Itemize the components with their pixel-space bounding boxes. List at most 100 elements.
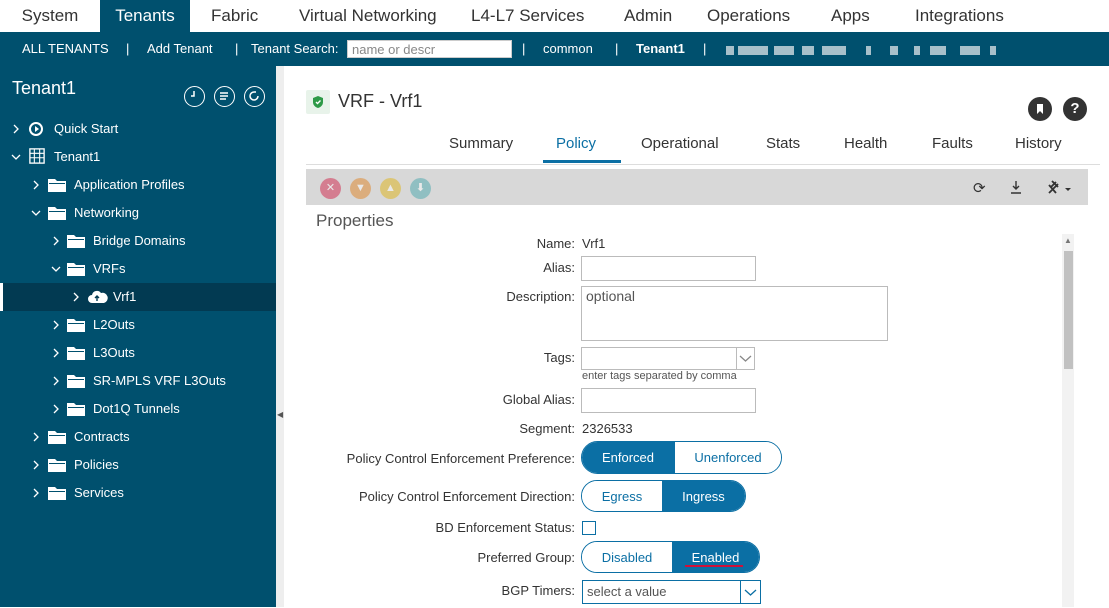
object-tabs: Summary Policy Operational Stats Health … <box>306 126 1100 165</box>
alias-label: Alias: <box>543 260 575 275</box>
section-title: Properties <box>316 211 394 230</box>
global-alias-input[interactable] <box>581 388 756 413</box>
chevron-right-icon <box>53 236 59 246</box>
sidebar-collapse-handle[interactable]: ◀ <box>276 66 284 607</box>
pce-direction-label: Policy Control Enforcement Direction: <box>358 489 575 504</box>
tab-system[interactable]: System <box>0 0 100 32</box>
warning-fault-icon[interactable]: ⬇ <box>410 178 431 199</box>
folder-icon <box>67 403 85 416</box>
segment-label: Segment: <box>519 421 575 436</box>
tab-admin[interactable]: Admin <box>624 0 672 32</box>
tree-item-label: Vrf1 <box>113 289 137 304</box>
folder-icon <box>48 207 66 220</box>
tree-item-sr-mpls-vrf-l3outs[interactable]: SR-MPLS VRF L3Outs <box>0 367 276 395</box>
active-tab-indicator <box>543 160 621 163</box>
folder-icon <box>67 235 85 248</box>
enforced-option[interactable]: Enforced <box>582 442 674 473</box>
tags-label: Tags: <box>543 350 575 365</box>
tree-item-vrfs[interactable]: VRFs <box>0 255 276 283</box>
refresh-icon[interactable]: ⟳ <box>973 179 986 197</box>
scrollbar-thumb[interactable] <box>1064 251 1073 369</box>
folder-icon <box>67 319 85 332</box>
unenforced-option[interactable]: Unenforced <box>674 442 781 473</box>
tree-item-label: Networking <box>74 205 140 220</box>
tab-apps[interactable]: Apps <box>831 0 870 32</box>
pce-preference-label: Policy Control Enforcement Preference: <box>346 451 575 466</box>
tenant-current-link[interactable]: Tenant1 <box>636 32 685 66</box>
chevron-right-icon <box>33 432 39 442</box>
tab-history[interactable]: History <box>1015 135 1062 152</box>
tab-virtual-networking[interactable]: Virtual Networking <box>299 0 437 32</box>
download-icon[interactable] <box>1009 179 1023 199</box>
tree-item-label: Dot1Q Tunnels <box>93 401 180 416</box>
tree-item-services[interactable]: Services <box>0 479 276 507</box>
tools-menu-icon[interactable] <box>1046 179 1074 199</box>
tree-item-label: Contracts <box>74 429 130 444</box>
tenant-search-input[interactable] <box>347 40 512 58</box>
tree-item-vrf1[interactable]: Vrf1 <box>0 283 276 311</box>
all-tenants-link[interactable]: ALL TENANTS <box>22 32 109 66</box>
egress-option[interactable]: Egress <box>582 481 662 511</box>
main-panel: VRF - Vrf1 ? Summary Policy Operational … <box>284 66 1109 607</box>
tab-tenants[interactable]: Tenants <box>100 0 190 32</box>
help-icon[interactable]: ? <box>1063 97 1087 121</box>
tab-faults[interactable]: Faults <box>932 135 973 152</box>
tree-item-bridge-domains[interactable]: Bridge Domains <box>0 227 276 255</box>
sidebar-refresh-icon[interactable] <box>244 86 265 107</box>
bookmark-icon[interactable] <box>1028 97 1052 121</box>
tab-summary[interactable]: Summary <box>449 135 513 152</box>
chevron-right-icon <box>33 488 39 498</box>
tree-item-contracts[interactable]: Contracts <box>0 423 276 451</box>
tab-integrations[interactable]: Integrations <box>915 0 1004 32</box>
alias-input[interactable] <box>581 256 756 281</box>
pce-preference-toggle: Enforced Unenforced <box>581 441 782 474</box>
tree-item-networking[interactable]: Networking <box>0 199 276 227</box>
tab-l4-l7-services[interactable]: L4-L7 Services <box>471 0 584 32</box>
folder-icon <box>48 487 66 500</box>
sidebar-list-icon[interactable] <box>214 86 235 107</box>
tree-item-policies[interactable]: Policies <box>0 451 276 479</box>
folder-icon <box>67 263 85 276</box>
bgp-timers-select[interactable]: select a value <box>582 580 741 604</box>
tab-operational[interactable]: Operational <box>641 135 719 152</box>
tab-fabric[interactable]: Fabric <box>211 0 258 32</box>
folder-icon <box>48 179 66 192</box>
chevron-right-icon <box>33 460 39 470</box>
tab-policy[interactable]: Policy <box>556 135 596 152</box>
minor-fault-icon[interactable]: ▲ <box>380 178 401 199</box>
separator: | <box>522 41 526 56</box>
tree-item-l2outs[interactable]: L2Outs <box>0 311 276 339</box>
disabled-option[interactable]: Disabled <box>582 542 672 572</box>
tenant-subnav: ALL TENANTS | Add Tenant | Tenant Search… <box>0 32 1109 66</box>
major-fault-icon[interactable]: ▼ <box>350 178 371 199</box>
chevron-down-icon <box>31 210 41 216</box>
tree-item-l3outs[interactable]: L3Outs <box>0 339 276 367</box>
folder-icon <box>48 431 66 444</box>
tenant-common-link[interactable]: common <box>543 32 593 66</box>
enabled-option[interactable]: Enabled <box>672 542 759 572</box>
add-tenant-link[interactable]: Add Tenant <box>147 32 213 66</box>
folder-icon <box>67 375 85 388</box>
tree-item-application-profiles[interactable]: Application Profiles <box>0 171 276 199</box>
scroll-up-icon[interactable]: ▲ <box>1064 236 1072 245</box>
bgp-timers-dropdown-button[interactable] <box>740 580 761 604</box>
preferred-group-toggle: Disabled Enabled <box>581 541 760 573</box>
tenant-building-icon <box>29 148 45 164</box>
tags-dropdown-button[interactable] <box>736 347 755 370</box>
tab-operations[interactable]: Operations <box>707 0 790 32</box>
description-textarea[interactable]: optional <box>581 286 888 341</box>
sidebar-clock-icon[interactable] <box>184 86 205 107</box>
tags-input[interactable] <box>581 347 737 370</box>
tree-item-label: SR-MPLS VRF L3Outs <box>93 373 226 388</box>
preferred-group-label: Preferred Group: <box>477 550 575 565</box>
bd-enforcement-checkbox[interactable] <box>582 521 596 535</box>
ingress-option[interactable]: Ingress <box>662 481 745 511</box>
bd-enforcement-label: BD Enforcement Status: <box>435 520 575 535</box>
tab-health[interactable]: Health <box>844 135 887 152</box>
tab-stats[interactable]: Stats <box>766 135 800 152</box>
chevron-right-icon <box>73 292 79 302</box>
tree-item-quick-start[interactable]: Quick Start <box>0 115 276 143</box>
tree-item-dot1q-tunnels[interactable]: Dot1Q Tunnels <box>0 395 276 423</box>
critical-fault-icon[interactable]: ✕ <box>320 178 341 199</box>
tree-item-tenant1[interactable]: Tenant1 <box>0 143 276 171</box>
